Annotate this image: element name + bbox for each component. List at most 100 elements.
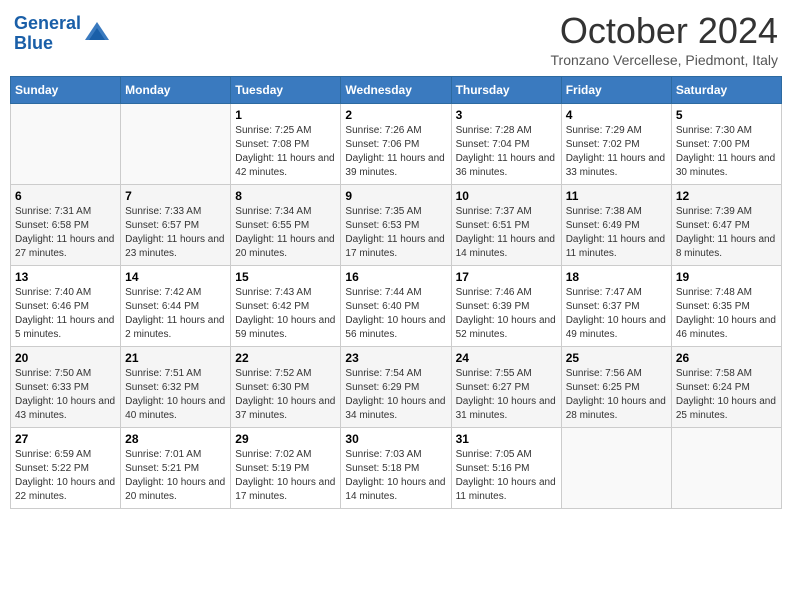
calendar-week-row: 13 Sunrise: 7:40 AMSunset: 6:46 PMDaylig… <box>11 266 782 347</box>
day-detail: Sunrise: 7:50 AMSunset: 6:33 PMDaylight:… <box>15 368 115 421</box>
day-header-sunday: Sunday <box>11 77 121 104</box>
calendar-cell: 28 Sunrise: 7:01 AMSunset: 5:21 PMDaylig… <box>121 428 231 509</box>
day-number: 22 <box>235 351 336 365</box>
day-number: 9 <box>345 189 446 203</box>
day-number: 27 <box>15 432 116 446</box>
day-detail: Sunrise: 7:03 AMSunset: 5:18 PMDaylight:… <box>345 449 445 502</box>
calendar-cell: 9 Sunrise: 7:35 AMSunset: 6:53 PMDayligh… <box>341 185 451 266</box>
day-detail: Sunrise: 7:48 AMSunset: 6:35 PMDaylight:… <box>676 287 776 340</box>
day-detail: Sunrise: 7:42 AMSunset: 6:44 PMDaylight:… <box>125 287 224 340</box>
day-number: 10 <box>456 189 557 203</box>
day-number: 16 <box>345 270 446 284</box>
day-detail: Sunrise: 7:01 AMSunset: 5:21 PMDaylight:… <box>125 449 225 502</box>
logo: General Blue <box>14 14 111 54</box>
day-detail: Sunrise: 7:35 AMSunset: 6:53 PMDaylight:… <box>345 206 444 259</box>
day-header-wednesday: Wednesday <box>341 77 451 104</box>
calendar-cell: 29 Sunrise: 7:02 AMSunset: 5:19 PMDaylig… <box>231 428 341 509</box>
day-detail: Sunrise: 7:40 AMSunset: 6:46 PMDaylight:… <box>15 287 114 340</box>
day-number: 24 <box>456 351 557 365</box>
day-number: 23 <box>345 351 446 365</box>
logo-icon <box>83 20 111 48</box>
calendar-cell: 13 Sunrise: 7:40 AMSunset: 6:46 PMDaylig… <box>11 266 121 347</box>
calendar-cell: 22 Sunrise: 7:52 AMSunset: 6:30 PMDaylig… <box>231 347 341 428</box>
title-section: October 2024 Tronzano Vercellese, Piedmo… <box>551 10 779 68</box>
calendar-week-row: 27 Sunrise: 6:59 AMSunset: 5:22 PMDaylig… <box>11 428 782 509</box>
calendar-week-row: 6 Sunrise: 7:31 AMSunset: 6:58 PMDayligh… <box>11 185 782 266</box>
day-detail: Sunrise: 7:02 AMSunset: 5:19 PMDaylight:… <box>235 449 335 502</box>
day-detail: Sunrise: 7:34 AMSunset: 6:55 PMDaylight:… <box>235 206 334 259</box>
calendar-cell: 6 Sunrise: 7:31 AMSunset: 6:58 PMDayligh… <box>11 185 121 266</box>
day-header-monday: Monday <box>121 77 231 104</box>
day-number: 17 <box>456 270 557 284</box>
day-detail: Sunrise: 7:51 AMSunset: 6:32 PMDaylight:… <box>125 368 225 421</box>
day-detail: Sunrise: 7:56 AMSunset: 6:25 PMDaylight:… <box>566 368 666 421</box>
calendar-week-row: 20 Sunrise: 7:50 AMSunset: 6:33 PMDaylig… <box>11 347 782 428</box>
calendar-cell <box>11 104 121 185</box>
day-number: 15 <box>235 270 336 284</box>
day-number: 12 <box>676 189 777 203</box>
logo-text: General Blue <box>14 14 81 54</box>
calendar-cell: 8 Sunrise: 7:34 AMSunset: 6:55 PMDayligh… <box>231 185 341 266</box>
day-number: 19 <box>676 270 777 284</box>
calendar-cell: 31 Sunrise: 7:05 AMSunset: 5:16 PMDaylig… <box>451 428 561 509</box>
day-detail: Sunrise: 7:39 AMSunset: 6:47 PMDaylight:… <box>676 206 775 259</box>
day-number: 1 <box>235 108 336 122</box>
day-header-thursday: Thursday <box>451 77 561 104</box>
calendar-cell: 11 Sunrise: 7:38 AMSunset: 6:49 PMDaylig… <box>561 185 671 266</box>
calendar-cell: 5 Sunrise: 7:30 AMSunset: 7:00 PMDayligh… <box>671 104 781 185</box>
calendar-week-row: 1 Sunrise: 7:25 AMSunset: 7:08 PMDayligh… <box>11 104 782 185</box>
day-detail: Sunrise: 7:55 AMSunset: 6:27 PMDaylight:… <box>456 368 556 421</box>
day-number: 6 <box>15 189 116 203</box>
day-number: 25 <box>566 351 667 365</box>
calendar-cell: 23 Sunrise: 7:54 AMSunset: 6:29 PMDaylig… <box>341 347 451 428</box>
calendar-cell: 14 Sunrise: 7:42 AMSunset: 6:44 PMDaylig… <box>121 266 231 347</box>
day-detail: Sunrise: 7:37 AMSunset: 6:51 PMDaylight:… <box>456 206 555 259</box>
calendar-cell: 2 Sunrise: 7:26 AMSunset: 7:06 PMDayligh… <box>341 104 451 185</box>
day-detail: Sunrise: 7:58 AMSunset: 6:24 PMDaylight:… <box>676 368 776 421</box>
day-number: 13 <box>15 270 116 284</box>
day-header-saturday: Saturday <box>671 77 781 104</box>
day-detail: Sunrise: 7:38 AMSunset: 6:49 PMDaylight:… <box>566 206 665 259</box>
calendar-header-row: SundayMondayTuesdayWednesdayThursdayFrid… <box>11 77 782 104</box>
day-number: 20 <box>15 351 116 365</box>
calendar-cell: 24 Sunrise: 7:55 AMSunset: 6:27 PMDaylig… <box>451 347 561 428</box>
calendar-cell: 15 Sunrise: 7:43 AMSunset: 6:42 PMDaylig… <box>231 266 341 347</box>
calendar-cell <box>561 428 671 509</box>
day-number: 2 <box>345 108 446 122</box>
calendar-cell: 18 Sunrise: 7:47 AMSunset: 6:37 PMDaylig… <box>561 266 671 347</box>
calendar-cell <box>671 428 781 509</box>
day-number: 11 <box>566 189 667 203</box>
day-number: 31 <box>456 432 557 446</box>
day-number: 7 <box>125 189 226 203</box>
day-header-tuesday: Tuesday <box>231 77 341 104</box>
calendar-cell <box>121 104 231 185</box>
day-detail: Sunrise: 7:05 AMSunset: 5:16 PMDaylight:… <box>456 449 556 502</box>
day-number: 18 <box>566 270 667 284</box>
day-number: 26 <box>676 351 777 365</box>
day-detail: Sunrise: 7:25 AMSunset: 7:08 PMDaylight:… <box>235 125 334 178</box>
calendar-cell: 1 Sunrise: 7:25 AMSunset: 7:08 PMDayligh… <box>231 104 341 185</box>
calendar-cell: 7 Sunrise: 7:33 AMSunset: 6:57 PMDayligh… <box>121 185 231 266</box>
day-number: 14 <box>125 270 226 284</box>
day-header-friday: Friday <box>561 77 671 104</box>
calendar-cell: 12 Sunrise: 7:39 AMSunset: 6:47 PMDaylig… <box>671 185 781 266</box>
day-number: 29 <box>235 432 336 446</box>
day-detail: Sunrise: 7:43 AMSunset: 6:42 PMDaylight:… <box>235 287 335 340</box>
day-detail: Sunrise: 7:46 AMSunset: 6:39 PMDaylight:… <box>456 287 556 340</box>
calendar-cell: 27 Sunrise: 6:59 AMSunset: 5:22 PMDaylig… <box>11 428 121 509</box>
day-detail: Sunrise: 7:26 AMSunset: 7:06 PMDaylight:… <box>345 125 444 178</box>
calendar-cell: 30 Sunrise: 7:03 AMSunset: 5:18 PMDaylig… <box>341 428 451 509</box>
day-detail: Sunrise: 7:52 AMSunset: 6:30 PMDaylight:… <box>235 368 335 421</box>
day-detail: Sunrise: 7:31 AMSunset: 6:58 PMDaylight:… <box>15 206 114 259</box>
calendar-cell: 3 Sunrise: 7:28 AMSunset: 7:04 PMDayligh… <box>451 104 561 185</box>
day-detail: Sunrise: 7:29 AMSunset: 7:02 PMDaylight:… <box>566 125 665 178</box>
calendar-cell: 25 Sunrise: 7:56 AMSunset: 6:25 PMDaylig… <box>561 347 671 428</box>
day-number: 21 <box>125 351 226 365</box>
calendar-cell: 17 Sunrise: 7:46 AMSunset: 6:39 PMDaylig… <box>451 266 561 347</box>
day-detail: Sunrise: 7:47 AMSunset: 6:37 PMDaylight:… <box>566 287 666 340</box>
day-detail: Sunrise: 7:30 AMSunset: 7:00 PMDaylight:… <box>676 125 775 178</box>
location-subtitle: Tronzano Vercellese, Piedmont, Italy <box>551 52 779 68</box>
calendar-cell: 10 Sunrise: 7:37 AMSunset: 6:51 PMDaylig… <box>451 185 561 266</box>
day-detail: Sunrise: 7:33 AMSunset: 6:57 PMDaylight:… <box>125 206 224 259</box>
calendar-cell: 26 Sunrise: 7:58 AMSunset: 6:24 PMDaylig… <box>671 347 781 428</box>
